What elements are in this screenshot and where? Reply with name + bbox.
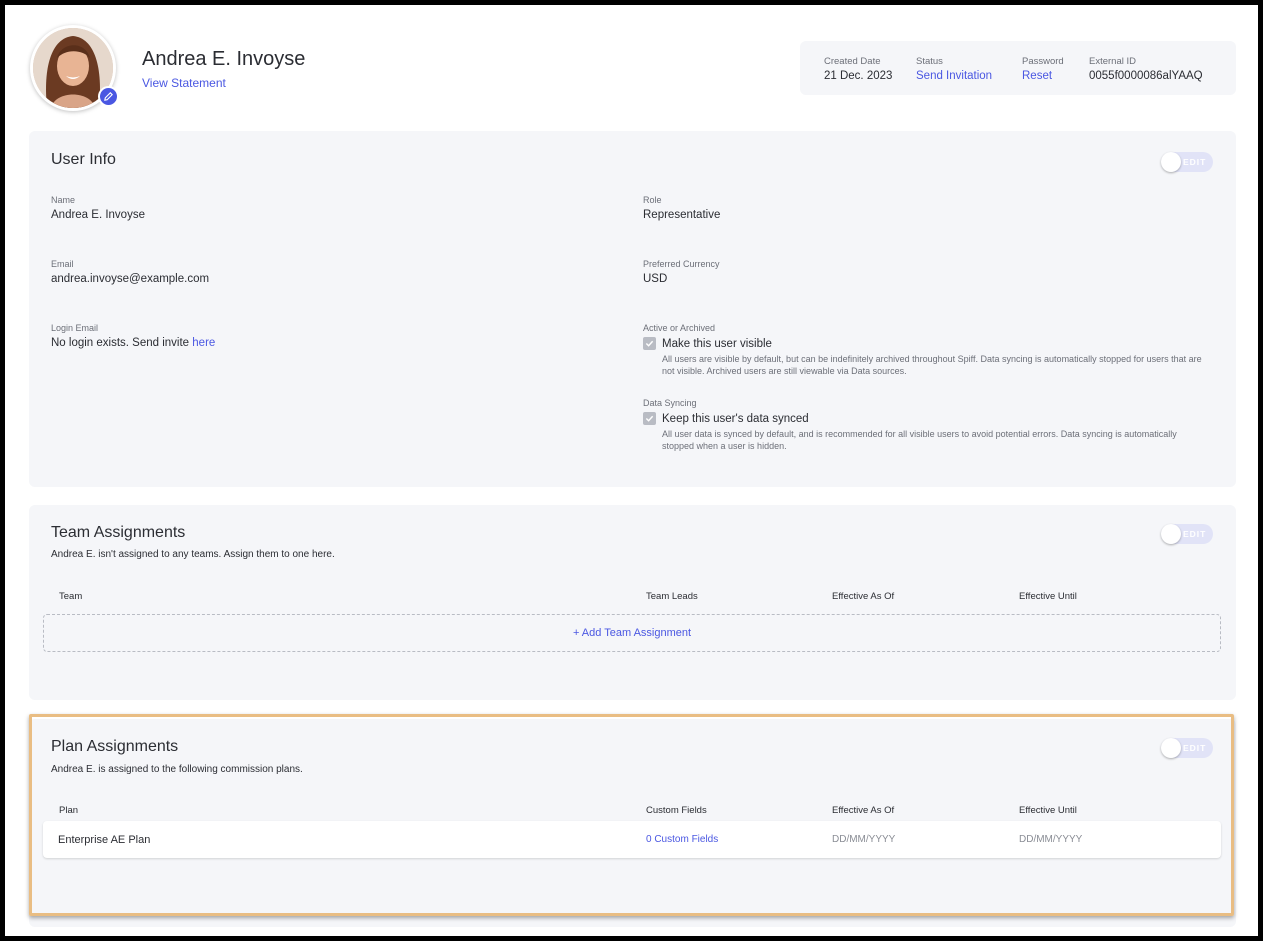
meta-external-value: 0055f0000086alYAAQ bbox=[1089, 70, 1203, 82]
team-assignments-title: Team Assignments bbox=[51, 524, 186, 541]
data-syncing-label: Data Syncing bbox=[643, 398, 697, 408]
meta-external-id: External ID 0055f0000086alYAAQ bbox=[1089, 56, 1203, 82]
login-email-label: Login Email bbox=[51, 323, 99, 333]
send-invite-link[interactable]: here bbox=[192, 337, 215, 349]
toggle-knob bbox=[1161, 738, 1181, 758]
name-value: Andrea E. Invoyse bbox=[51, 209, 145, 221]
visible-check-label: Make this user visible bbox=[662, 337, 772, 350]
role-label: Role bbox=[643, 195, 662, 205]
user-name: Andrea E. Invoyse bbox=[142, 48, 306, 70]
checkmark-icon bbox=[645, 340, 654, 347]
toggle-label: EDIT bbox=[1183, 157, 1207, 167]
visible-checkbox[interactable] bbox=[643, 337, 656, 350]
meta-status-label: Status bbox=[916, 56, 943, 67]
team-assignments-card: Team Assignments Andrea E. isn't assigne… bbox=[29, 505, 1236, 700]
currency-label: Preferred Currency bbox=[643, 259, 720, 269]
col-effective-as-of: Effective As Of bbox=[832, 805, 895, 816]
team-edit-toggle[interactable]: EDIT bbox=[1161, 524, 1213, 544]
toggle-label: EDIT bbox=[1183, 529, 1207, 539]
toggle-knob bbox=[1161, 152, 1181, 172]
plan-edit-toggle[interactable]: EDIT bbox=[1161, 738, 1213, 758]
active-archived-field: Active or Archived Make this user visibl… bbox=[643, 323, 1207, 377]
meta-password-label: Password bbox=[1022, 56, 1064, 67]
user-info-card: User Info EDIT Name Andrea E. Invoyse Em… bbox=[29, 131, 1236, 487]
pencil-icon bbox=[104, 92, 113, 101]
col-effective-as-of: Effective As Of bbox=[832, 591, 895, 602]
meta-created-label: Created Date bbox=[824, 56, 881, 67]
toggle-label: EDIT bbox=[1183, 743, 1207, 753]
active-archived-label: Active or Archived bbox=[643, 323, 716, 333]
col-team: Team bbox=[59, 591, 83, 602]
checkmark-icon bbox=[645, 415, 654, 422]
toggle-knob bbox=[1161, 524, 1181, 544]
data-syncing-field: Data Syncing Keep this user's data synce… bbox=[643, 398, 1207, 452]
meta-external-label: External ID bbox=[1089, 56, 1136, 67]
login-email-field: Login Email No login exists. Send invite… bbox=[51, 323, 215, 349]
email-field: Email andrea.invoyse@example.com bbox=[51, 259, 209, 285]
sync-check-row: Keep this user's data synced bbox=[643, 412, 1207, 425]
plan-assignments-card: Plan Assignments Andrea E. is assigned t… bbox=[29, 719, 1236, 927]
email-value: andrea.invoyse@example.com bbox=[51, 273, 210, 285]
login-email-value: No login exists. Send invite here bbox=[51, 337, 215, 349]
custom-fields-link[interactable]: 0 Custom Fields bbox=[646, 834, 718, 845]
meta-password: Password Reset bbox=[1022, 56, 1064, 82]
col-plan: Plan bbox=[59, 805, 79, 816]
name-field: Name Andrea E. Invoyse bbox=[51, 195, 145, 221]
team-assignments-subtitle: Andrea E. isn't assigned to any teams. A… bbox=[51, 549, 335, 560]
table-row[interactable]: Enterprise AE Plan 0 Custom Fields DD/MM… bbox=[43, 821, 1221, 858]
visible-check-row: Make this user visible bbox=[643, 337, 1207, 350]
email-label: Email bbox=[51, 259, 74, 269]
currency-value: USD bbox=[643, 273, 668, 285]
user-info-title: User Info bbox=[51, 151, 116, 168]
visible-help-text: All users are visible by default, but ca… bbox=[662, 354, 1202, 376]
sync-check-label: Keep this user's data synced bbox=[662, 412, 809, 425]
meta-created-value: 21 Dec. 2023 bbox=[824, 70, 893, 82]
send-invitation-link[interactable]: Send Invitation bbox=[916, 70, 992, 82]
user-meta-box: Created Date 21 Dec. 2023 Status Send In… bbox=[800, 41, 1236, 95]
user-profile-page: Andrea E. Invoyse View Statement Created… bbox=[5, 5, 1258, 936]
sync-checkbox[interactable] bbox=[643, 412, 656, 425]
col-custom-fields: Custom Fields bbox=[646, 805, 707, 816]
sync-help-text: All user data is synced by default, and … bbox=[662, 429, 1177, 451]
name-label: Name bbox=[51, 195, 76, 205]
meta-created: Created Date 21 Dec. 2023 bbox=[824, 56, 892, 82]
effective-as-of-cell[interactable]: DD/MM/YYYY bbox=[832, 834, 895, 845]
reset-password-link[interactable]: Reset bbox=[1022, 70, 1064, 82]
effective-until-cell[interactable]: DD/MM/YYYY bbox=[1019, 834, 1082, 845]
currency-field: Preferred Currency USD bbox=[643, 259, 720, 285]
edit-avatar-button[interactable] bbox=[98, 86, 119, 107]
view-statement-link[interactable]: View Statement bbox=[142, 76, 226, 90]
login-email-text: No login exists. Send invite bbox=[51, 337, 190, 349]
plan-assignments-title: Plan Assignments bbox=[51, 738, 179, 755]
role-field: Role Representative bbox=[643, 195, 720, 221]
col-team-leads: Team Leads bbox=[646, 591, 698, 602]
role-value: Representative bbox=[643, 209, 721, 221]
plan-assignments-subtitle: Andrea E. is assigned to the following c… bbox=[51, 764, 303, 775]
user-info-edit-toggle[interactable]: EDIT bbox=[1161, 152, 1213, 172]
meta-status: Status Send Invitation bbox=[916, 56, 992, 82]
avatar-container bbox=[30, 25, 119, 113]
col-effective-until: Effective Until bbox=[1019, 805, 1077, 816]
col-effective-until: Effective Until bbox=[1019, 591, 1077, 602]
add-team-assignment-button[interactable]: + Add Team Assignment bbox=[43, 614, 1221, 652]
plan-name-cell: Enterprise AE Plan bbox=[58, 834, 151, 846]
